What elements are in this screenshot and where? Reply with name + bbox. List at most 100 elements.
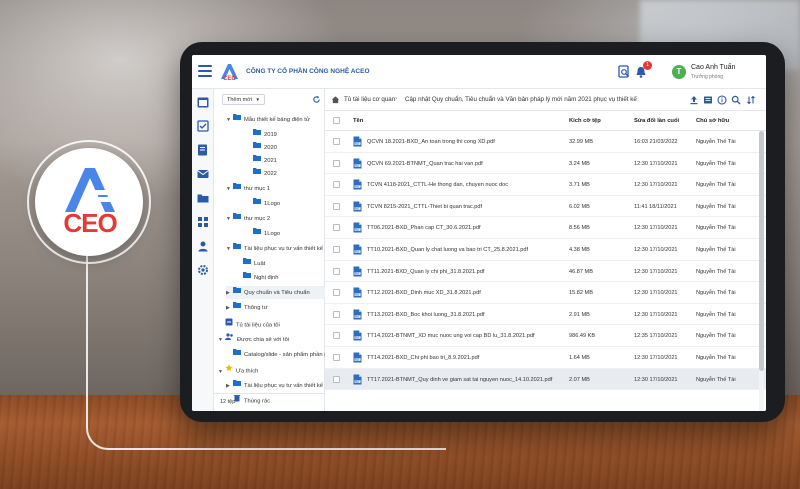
user-name[interactable]: Cao Anh Tuấn [691,64,735,71]
new-button[interactable]: Thêm mới ▼ [222,94,265,105]
tree-item[interactable]: Luật [236,257,325,270]
list-view-icon[interactable] [703,95,713,105]
tree-item[interactable]: 1Logo [246,197,325,210]
table-row[interactable]: PDF TT06.2021-BXD_Phan cap CT_30.6.2021.p… [325,217,766,239]
row-checkbox[interactable] [333,159,340,167]
table-row[interactable]: PDF TCVN 8215-2021_CTTL-Thiet bi quan tra… [325,196,766,218]
file-size: 15.82 MB [569,290,593,297]
row-checkbox[interactable] [333,354,340,361]
file-name[interactable]: TT14.2021-BTNMT_XD muc nuoc ung voi cap … [367,333,535,339]
documents-icon[interactable] [196,143,210,157]
file-name[interactable]: TT10.2021-BXD_Quan ly chat luong va bao … [367,247,528,253]
file-name[interactable]: TT13.2021-BXD_Boc khoi luong_31.8.2021.p… [367,312,485,318]
settings-icon[interactable] [196,263,210,277]
row-checkbox[interactable] [333,202,340,210]
file-name[interactable]: TT14.2021-BXD_Chi phi bao tri_8.9.2021.p… [367,355,479,361]
expand-arrow-icon[interactable]: ▼ [218,334,225,346]
folder-icon [233,379,241,392]
file-owner: Nguyễn Thế Tài [696,182,736,189]
expand-arrow-icon[interactable]: ▼ [218,366,225,377]
column-modified[interactable]: Sửa đổi lần cuối [634,118,679,124]
brand-logo-badge: CEO [35,148,143,256]
row-checkbox[interactable] [333,181,340,189]
file-size: 8.56 MB [569,225,590,232]
table-row[interactable]: PDF QCVN 69.2021-BTNMT_Quan trac hai van.… [325,153,766,175]
tree-item[interactable]: ▼ thư mục 2 [226,212,325,225]
table-row[interactable]: PDF QCVN 18.2021-BXD_An toan trong thi co… [325,131,766,153]
row-checkbox[interactable] [333,332,340,340]
table-row[interactable]: PDF TT10.2021-BXD_Quan ly chat luong va b… [325,239,766,261]
file-name[interactable]: TT06.2021-BXD_Phan cap CT_30.6.2021.pdf [367,225,481,231]
calendar-icon[interactable] [196,95,210,109]
scrollbar[interactable] [759,131,764,411]
breadcrumb-root[interactable]: Tủ tài liệu cơ quan [344,96,395,103]
scrollbar-thumb[interactable] [759,131,764,371]
expand-arrow-icon[interactable]: ▼ [226,213,233,225]
tasks-icon[interactable] [196,119,210,133]
pdf-file-icon: PDF [353,136,362,147]
file-name[interactable]: TT11.2021-BXD_Quan ly chi phi_31.8.2021.… [367,269,484,275]
upload-icon[interactable] [689,95,699,105]
collapse-arrow-icon[interactable]: ▶ [226,302,233,314]
file-name[interactable]: QCVN 18.2021-BXD_An toan trong thi cong … [367,139,495,145]
document-scan-icon[interactable] [616,64,632,80]
tree-item[interactable]: 2022 [246,167,325,180]
column-name[interactable]: Tên [353,118,363,124]
user-icon[interactable] [196,239,210,253]
tree-item[interactable]: ▼ Được chia sẻ với tôi [218,333,325,346]
sort-icon[interactable] [746,95,756,105]
table-row[interactable]: PDF TT17.2021-BTNMT_Quy dinh ve giam sat … [325,368,766,391]
column-size[interactable]: Kích cỡ tệp [569,118,601,124]
tree-item[interactable]: ▼ thư mục 1 [226,182,325,195]
tree-item[interactable]: Nghị định [236,271,325,284]
file-name[interactable]: TCVN 8215-2021_CTTL-Thiet bi quan trac.p… [367,204,482,210]
tree-item[interactable]: ▶ Tài liệu phục vụ tư vấn thiết kế [226,379,325,392]
tree-item[interactable]: ▼ Tài liệu phục vụ tư vấn thiết kế [226,242,325,255]
row-checkbox[interactable] [333,289,340,297]
row-checkbox[interactable] [333,375,340,383]
row-checkbox[interactable] [333,224,340,232]
expand-arrow-icon[interactable]: ▼ [226,183,233,195]
row-checkbox[interactable] [333,267,340,275]
file-count: 12 tệp [214,393,325,411]
tree-item[interactable]: ▶ Thông tư [226,301,325,314]
refresh-icon[interactable] [312,95,321,104]
home-icon[interactable] [331,95,340,104]
row-checkbox[interactable] [333,138,340,145]
avatar[interactable]: T [672,65,686,79]
table-row[interactable]: PDF TT11.2021-BXD_Quan ly chi phi_31.8.20… [325,261,766,283]
table-row[interactable]: PDF TCVN 4118-2021_CTTL-He thong dan, chu… [325,174,766,196]
grid-icon[interactable] [196,215,210,229]
tree-item[interactable]: Catalog/slide - sản phẩm phần m [226,348,325,361]
file-name[interactable]: TT17.2021-BTNMT_Quy dinh ve giam sat tai… [367,377,552,383]
info-icon[interactable] [717,95,727,105]
tree-item[interactable]: 2020 [246,141,325,154]
file-name[interactable]: QCVN 69.2021-BTNMT_Quan trac hai van.pdf [367,161,483,167]
tree-item[interactable]: ▶ Quy chuẩn và Tiêu chuẩn [226,286,325,299]
collapse-arrow-icon[interactable]: ▶ [226,287,233,299]
expand-arrow-icon[interactable]: ▼ [226,243,233,255]
collapse-arrow-icon[interactable]: ▶ [226,380,233,392]
row-checkbox[interactable] [333,246,340,253]
column-owner[interactable]: Chủ sở hữu [696,118,729,124]
folder-share-icon[interactable] [196,191,210,205]
file-owner: Nguyễn Thế Tài [696,268,736,275]
tree-item[interactable]: 1Logo [246,227,325,240]
table-row[interactable]: PDF TT12.2021-BXD_Dinh muc XD_31.8.2021.p… [325,282,766,304]
mail-icon[interactable] [196,167,210,181]
table-row[interactable]: PDF TT14.2021-BXD_Chi phi bao tri_8.9.202… [325,347,766,369]
file-name[interactable]: TT12.2021-BXD_Dinh muc XD_31.8.2021.pdf [367,290,481,296]
tree-item[interactable]: Tủ tài liệu của tôi [218,318,325,331]
table-row[interactable]: PDF TT13.2021-BXD_Boc khoi luong_31.8.202… [325,304,766,326]
search-icon[interactable] [731,95,741,105]
expand-arrow-icon[interactable]: ▼ [226,114,233,126]
tree-item[interactable]: 2019 [246,128,325,141]
tree-item[interactable]: ▼ Mẫu thiết kế bảng điện tử [226,113,325,126]
tree-item[interactable]: ▼ Ưa thích [218,364,325,377]
hamburger-menu-icon[interactable] [198,65,212,77]
row-checkbox[interactable] [333,310,340,318]
select-all-checkbox[interactable] [333,117,340,124]
table-row[interactable]: PDF TT14.2021-BTNMT_XD muc nuoc ung voi c… [325,325,766,347]
file-name[interactable]: TCVN 4118-2021_CTTL-He thong dan, chuyen… [367,182,508,188]
tree-item[interactable]: 2021 [246,154,325,167]
